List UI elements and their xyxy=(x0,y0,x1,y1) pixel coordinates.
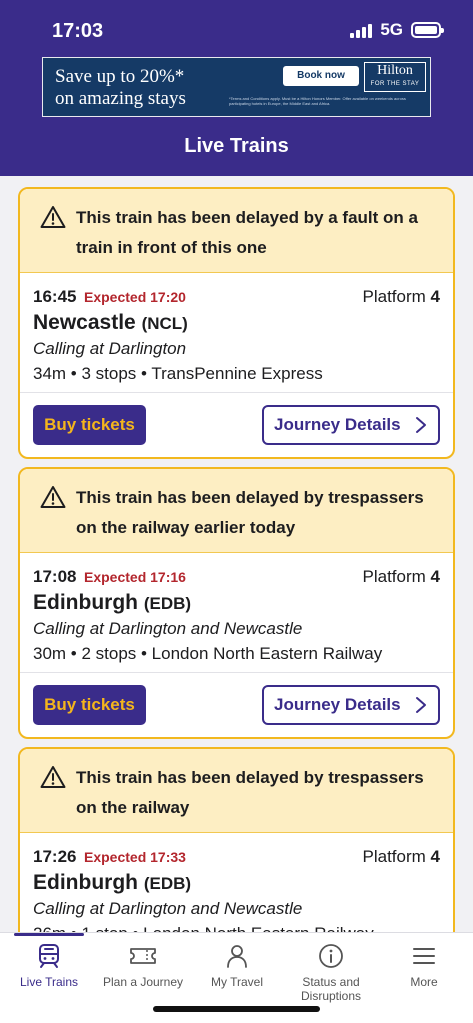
train-card[interactable]: This train has been delayed by a fault o… xyxy=(18,187,455,459)
status-indicators: 5G xyxy=(350,20,444,40)
tab-label: More xyxy=(410,975,438,989)
platform-label: Platform xyxy=(362,287,426,306)
destination: Edinburgh (EDB) xyxy=(33,871,191,895)
page-title: Live Trains xyxy=(184,135,289,157)
delay-alert: This train has been delayed by a fault o… xyxy=(20,189,453,273)
status-bar: 17:03 5G xyxy=(0,0,473,56)
warning-icon xyxy=(40,766,66,788)
ad-headline-line2: on amazing stays xyxy=(55,88,186,109)
station-code: (EDB) xyxy=(143,874,192,893)
ad-brand-tagline: FOR THE STAY xyxy=(370,81,420,87)
battery-icon xyxy=(411,22,444,38)
journey-meta: 34m • 3 stops • TransPennine Express xyxy=(33,364,323,383)
tab-label: Status and Disruptions xyxy=(300,975,362,1003)
signal-icon xyxy=(350,22,373,38)
platform-number: 4 xyxy=(430,567,440,586)
ad-terms: *Terms and Conditions apply. Must be a H… xyxy=(229,96,406,106)
train-card[interactable]: This train has been delayed by trespasse… xyxy=(18,747,455,932)
card-actions: Buy tickets Journey Details xyxy=(20,393,453,457)
info-icon xyxy=(319,944,343,968)
alert-message: This train has been delayed by a fault o… xyxy=(76,208,418,257)
train-info: 16:45 Expected 17:20 Platform 4 Newcastl… xyxy=(20,273,453,393)
platform-number: 4 xyxy=(430,847,440,866)
chevron-right-icon xyxy=(416,417,426,433)
station-code: (NCL) xyxy=(141,314,188,333)
train-card[interactable]: This train has been delayed by trespasse… xyxy=(18,467,455,739)
calling-at: Calling at Darlington and Newcastle xyxy=(33,619,303,638)
departure-time: 16:45 xyxy=(33,287,77,306)
buy-tickets-button[interactable]: Buy tickets xyxy=(33,405,146,445)
platform-label: Platform xyxy=(362,847,426,866)
warning-icon xyxy=(40,206,66,228)
tab-label: My Travel xyxy=(210,975,263,989)
tab-more[interactable]: More xyxy=(377,943,471,989)
card-actions: Buy tickets Journey Details xyxy=(20,673,453,737)
departure-time: 17:26 xyxy=(33,847,77,866)
tab-status-and-disruptions[interactable]: Status and Disruptions xyxy=(284,943,378,1003)
platform-label: Platform xyxy=(362,567,426,586)
tab-label: Live Trains xyxy=(19,975,79,989)
platform-number: 4 xyxy=(430,287,440,306)
train-info: 17:08 Expected 17:16 Platform 4 Edinburg… xyxy=(20,553,453,673)
journey-meta: 30m • 2 stops • London North Eastern Rai… xyxy=(33,644,383,663)
active-tab-indicator xyxy=(14,933,84,936)
journey-details-button[interactable]: Journey Details xyxy=(262,405,440,445)
destination-name: Edinburgh xyxy=(33,591,138,614)
calling-at: Calling at Darlington and Newcastle xyxy=(33,899,303,918)
platform: Platform 4 xyxy=(363,287,441,307)
expected-time: Expected 17:33 xyxy=(84,849,186,865)
app-header: 17:03 5G Save up to 20%* on amazing stay… xyxy=(0,0,473,176)
chevron-right-icon xyxy=(416,697,426,713)
ad-headline: Save up to 20%* on amazing stays xyxy=(55,66,186,110)
train-info: 17:26 Expected 17:33 Platform 4 Edinburg… xyxy=(20,833,453,932)
journey-meta: 26m • 1 stop • London North Eastern Rail… xyxy=(33,924,374,932)
destination: Edinburgh (EDB) xyxy=(33,591,191,615)
departure-time: 17:08 xyxy=(33,567,77,586)
menu-icon xyxy=(413,948,435,964)
buy-tickets-button[interactable]: Buy tickets xyxy=(33,685,146,725)
station-code: (EDB) xyxy=(143,594,192,613)
tab-my-travel[interactable]: My Travel xyxy=(190,943,284,989)
journey-details-button[interactable]: Journey Details xyxy=(262,685,440,725)
platform: Platform 4 xyxy=(363,847,441,867)
journey-details-label: Journey Details xyxy=(274,695,401,714)
tab-live-trains[interactable]: Live Trains xyxy=(2,943,96,989)
ad-headline-line1: Save up to 20%* xyxy=(55,66,185,87)
expected-time: Expected 17:16 xyxy=(84,569,186,585)
platform: Platform 4 xyxy=(363,567,441,587)
alert-message: This train has been delayed by trespasse… xyxy=(76,768,424,817)
home-indicator[interactable] xyxy=(153,1006,320,1012)
alert-message: This train has been delayed by trespasse… xyxy=(76,488,424,537)
warning-icon xyxy=(40,486,66,508)
tab-plan-a-journey[interactable]: Plan a Journey xyxy=(96,943,190,989)
delay-alert: This train has been delayed by trespasse… xyxy=(20,469,453,553)
destination-name: Newcastle xyxy=(33,311,136,334)
journey-details-label: Journey Details xyxy=(274,415,401,434)
ad-brand-name: Hilton xyxy=(377,63,413,78)
ad-brand-logo: Hilton FOR THE STAY xyxy=(364,62,426,92)
ad-book-button[interactable]: Book now xyxy=(283,66,359,86)
person-icon xyxy=(227,945,247,968)
status-time: 17:03 xyxy=(52,20,104,42)
expected-time: Expected 17:20 xyxy=(84,289,186,305)
advert-banner[interactable]: Save up to 20%* on amazing stays Book no… xyxy=(42,57,431,117)
calling-at: Calling at Darlington xyxy=(33,339,187,358)
ticket-icon xyxy=(130,948,156,964)
destination: Newcastle (NCL) xyxy=(33,311,188,335)
train-icon xyxy=(39,944,59,968)
train-list[interactable]: This train has been delayed by a fault o… xyxy=(0,176,473,932)
destination-name: Edinburgh xyxy=(33,871,138,894)
network-type: 5G xyxy=(380,20,403,39)
tab-label: Plan a Journey xyxy=(102,975,184,989)
delay-alert: This train has been delayed by trespasse… xyxy=(20,749,453,833)
